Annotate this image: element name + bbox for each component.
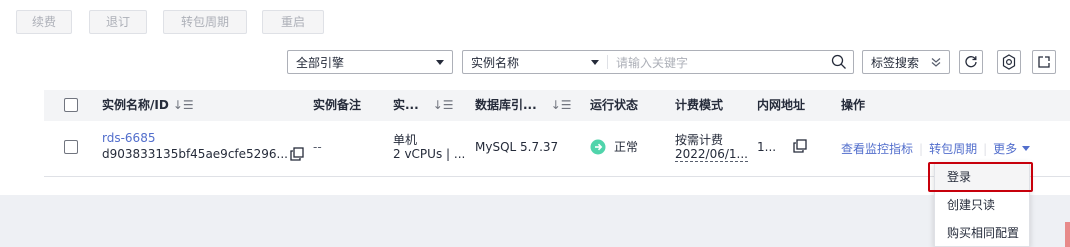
change-billing-button[interactable]: 转包周期 xyxy=(163,10,247,34)
chevron-down-icon[interactable] xyxy=(591,59,599,65)
instance-id: d903833135bf45ae9cfe5296... xyxy=(102,147,288,161)
instance-name-link[interactable]: rds-6685 xyxy=(102,131,155,145)
tag-search-label: 标签搜索 xyxy=(871,55,920,70)
refresh-icon xyxy=(965,56,977,68)
status-text: 正常 xyxy=(614,140,639,154)
type-line1: 单机 xyxy=(393,133,418,147)
header-remark: 实例备注 xyxy=(313,98,362,112)
header-status: 运行状态 xyxy=(590,98,639,112)
status-cell: 正常 xyxy=(590,138,638,155)
type-line2: 2 vCPUs | ... xyxy=(393,147,466,161)
header-type[interactable]: 实... ↓☰ xyxy=(393,95,454,115)
divider: | xyxy=(919,141,924,156)
header-billing: 计费模式 xyxy=(675,98,724,112)
header-operation: 操作 xyxy=(841,98,866,112)
double-chevron-down-icon xyxy=(931,58,941,67)
row-checkbox[interactable] xyxy=(64,140,78,154)
search-icon[interactable] xyxy=(831,54,847,70)
side-indicator xyxy=(1065,222,1070,247)
renew-button[interactable]: 续费 xyxy=(16,10,72,34)
highlight-box xyxy=(928,162,1033,192)
engine-cell: MySQL 5.7.37 xyxy=(475,140,559,154)
view-monitoring-link[interactable]: 查看监控指标 xyxy=(841,140,913,157)
export-icon xyxy=(1038,56,1050,68)
sort-icon[interactable]: ↓☰ xyxy=(173,98,194,112)
tag-search-button[interactable]: 标签搜索 xyxy=(862,50,950,74)
menu-item-buy-same-config[interactable]: 购买相同配置 xyxy=(935,219,1029,247)
menu-item-create-read-replica[interactable]: 创建只读 xyxy=(935,191,1029,219)
engine-select-value: 全部引擎 xyxy=(296,55,345,70)
engine-select[interactable]: 全部引擎 xyxy=(287,50,453,74)
copy-icon[interactable] xyxy=(793,139,807,153)
sort-icon[interactable]: ↓☰ xyxy=(551,98,572,112)
header-engine[interactable]: 数据库引... ↓☰ xyxy=(475,95,572,115)
refresh-button[interactable] xyxy=(959,50,983,74)
header-name-id[interactable]: 实例名称/ID ↓☰ xyxy=(102,95,194,115)
restart-button[interactable]: 重启 xyxy=(262,10,324,34)
change-billing-link[interactable]: 转包周期 xyxy=(929,140,977,157)
settings-button[interactable] xyxy=(997,50,1021,74)
export-button[interactable] xyxy=(1032,50,1056,74)
chevron-down-icon[interactable] xyxy=(1022,146,1031,151)
header-private-ip: 内网地址 xyxy=(757,98,806,112)
private-ip-cell: 1... xyxy=(757,140,777,154)
chevron-down-icon xyxy=(436,59,444,65)
divider xyxy=(607,55,608,69)
search-box[interactable]: 实例名称 请输入关键字 xyxy=(462,50,854,74)
gear-icon xyxy=(1002,54,1016,70)
billing-line1: 按需计费 xyxy=(675,133,724,147)
billing-line2[interactable]: 2022/06/1... xyxy=(675,147,748,162)
instance-id-cell: d903833135bf45ae9cfe5296... xyxy=(102,147,304,161)
page-background xyxy=(0,195,1070,247)
keyword-input[interactable]: 请输入关键字 xyxy=(616,54,831,71)
row-actions: 查看监控指标 | 转包周期 | 更多 xyxy=(841,140,1031,157)
status-ok-icon xyxy=(590,139,606,154)
remark-cell: -- xyxy=(313,140,322,154)
more-link[interactable]: 更多 xyxy=(993,140,1017,157)
copy-icon[interactable] xyxy=(290,147,304,161)
divider: | xyxy=(983,141,988,156)
sort-icon[interactable]: ↓☰ xyxy=(433,98,454,112)
select-all-checkbox[interactable] xyxy=(64,98,78,112)
field-select-value[interactable]: 实例名称 xyxy=(471,54,591,71)
unsubscribe-button[interactable]: 退订 xyxy=(89,10,147,34)
